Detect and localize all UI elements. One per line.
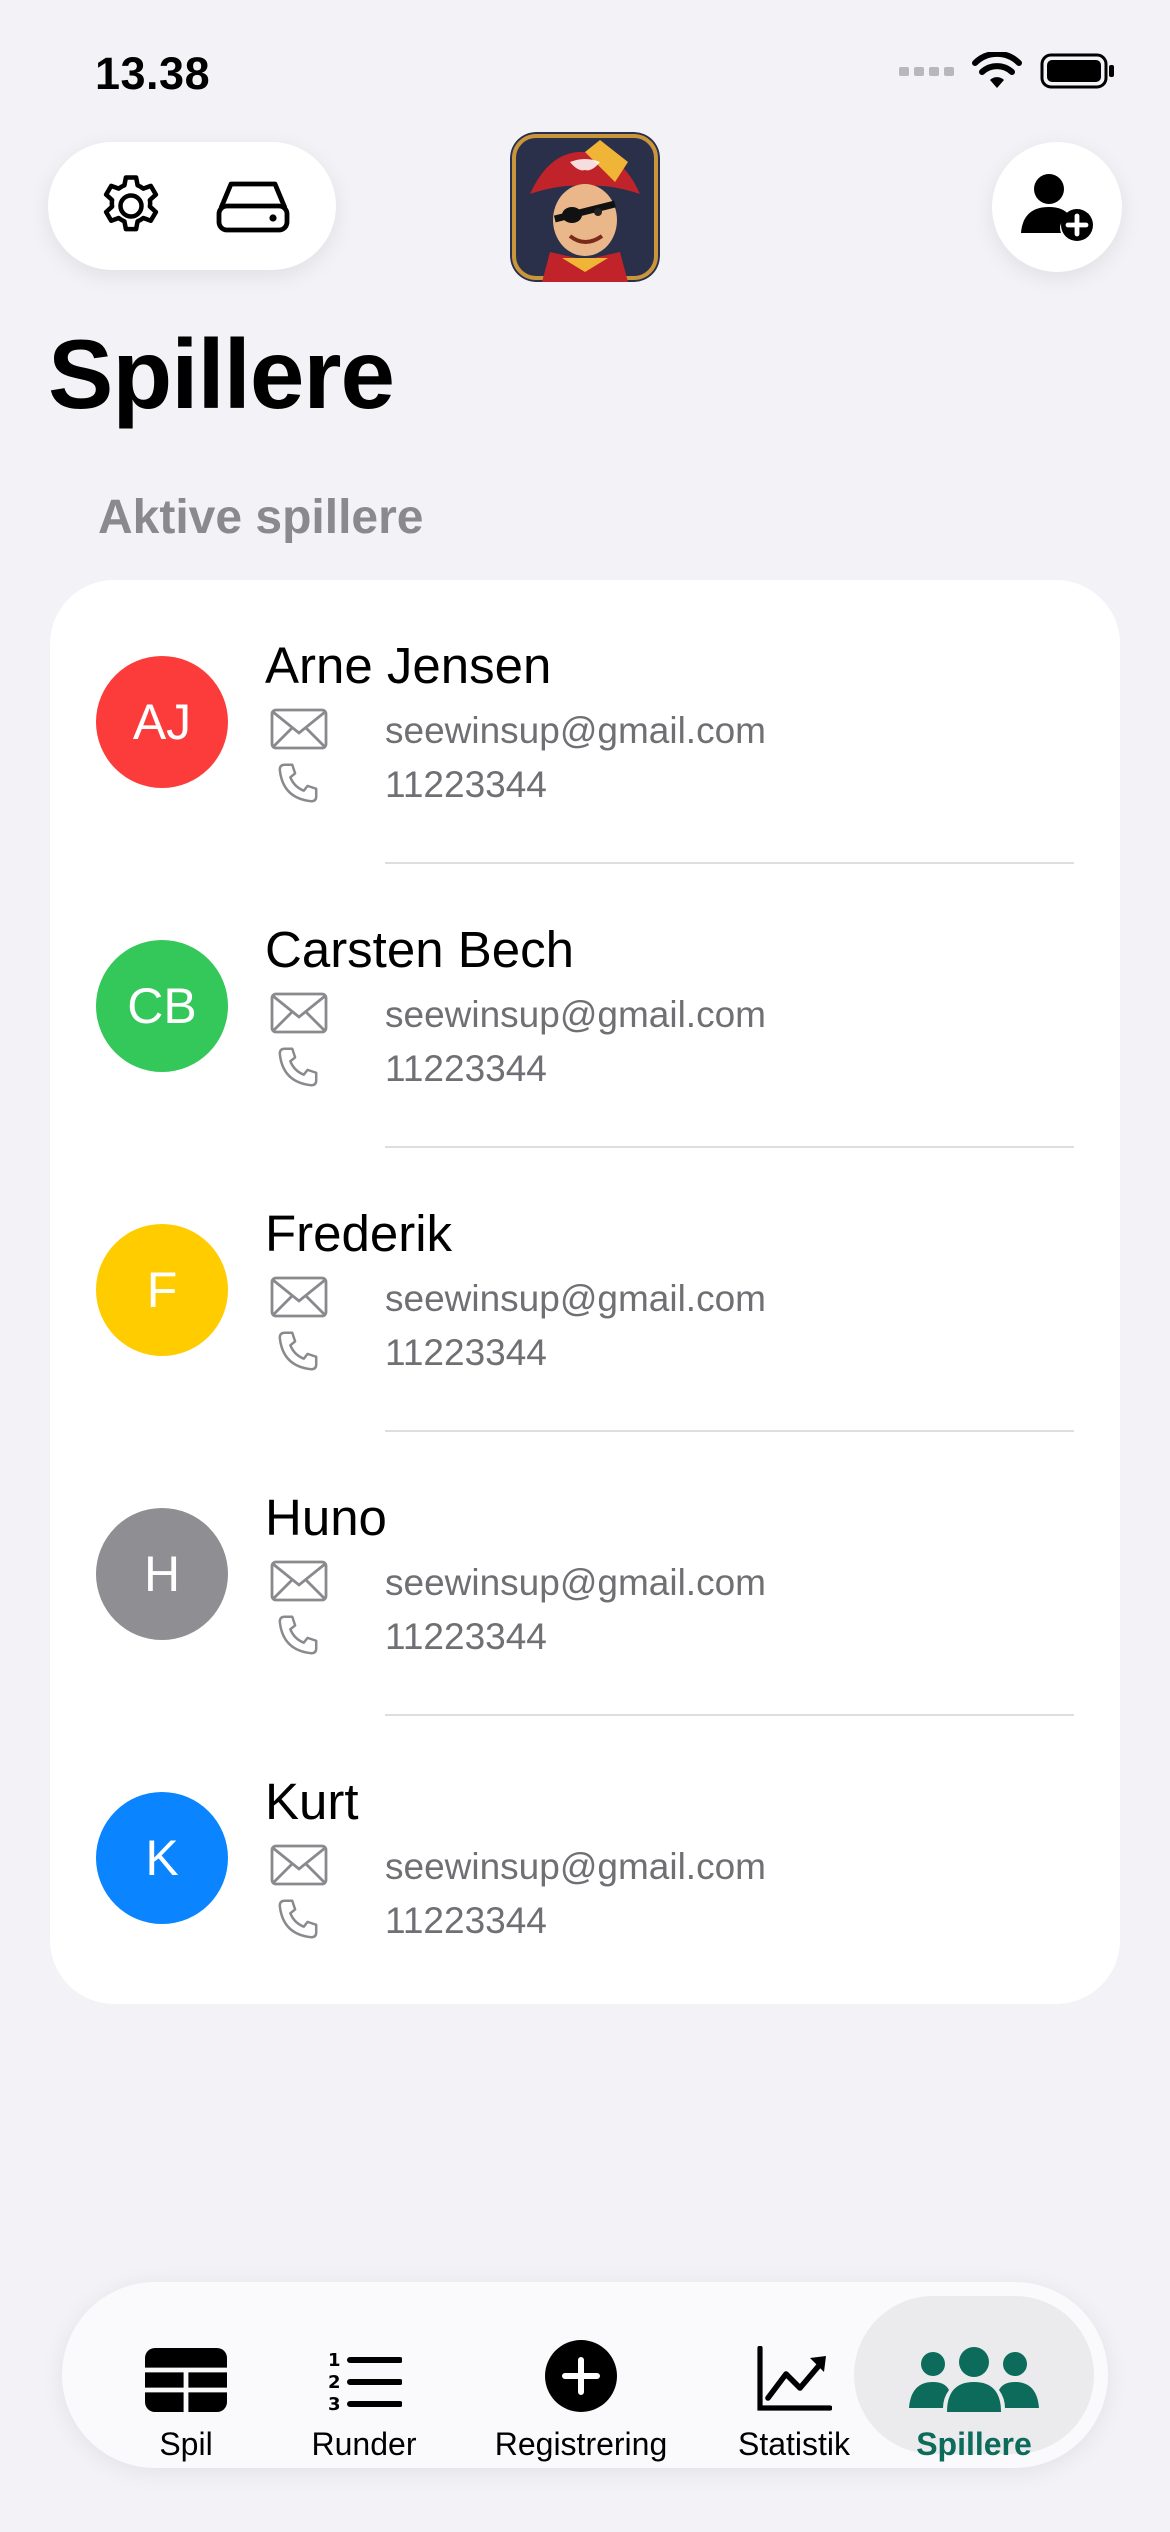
svg-text:3: 3 bbox=[328, 2394, 341, 2412]
envelope-icon bbox=[270, 992, 328, 1034]
status-time: 13.38 bbox=[95, 48, 211, 99]
tab-statistik[interactable]: Statistik bbox=[714, 2282, 874, 2468]
envelope-icon bbox=[270, 1844, 328, 1886]
hard-drive-icon bbox=[216, 181, 290, 233]
tab-spil[interactable]: Spil bbox=[106, 2282, 266, 2468]
player-phone: 11223344 bbox=[385, 1332, 547, 1373]
battery-icon bbox=[1040, 53, 1114, 89]
envelope-icon bbox=[270, 1560, 328, 1602]
section-header-active-players: Aktive spillere bbox=[98, 491, 424, 544]
phone-icon bbox=[278, 763, 318, 803]
avatar: CB bbox=[96, 940, 228, 1072]
players-screen: 13.38 Spillere Aktive spillere AJ Arne J… bbox=[0, 0, 1170, 2532]
page-title: Spillere bbox=[48, 319, 395, 429]
player-row[interactable]: H Huno seewinsup@gmail.com 11223344 bbox=[50, 1432, 1120, 1716]
plus-circle-icon bbox=[545, 2340, 617, 2412]
player-phone: 11223344 bbox=[385, 764, 547, 805]
avatar: K bbox=[96, 1792, 228, 1924]
envelope-icon bbox=[270, 1276, 328, 1318]
tab-label: Spil bbox=[159, 2426, 213, 2462]
player-email: seewinsup@gmail.com bbox=[385, 1562, 766, 1603]
player-name: Carsten Bech bbox=[265, 921, 574, 978]
player-name: Huno bbox=[265, 1489, 387, 1546]
player-row[interactable]: AJ Arne Jensen seewinsup@gmail.com 11223… bbox=[50, 580, 1120, 864]
svg-text:1: 1 bbox=[328, 2350, 341, 2371]
person-add-icon bbox=[1021, 174, 1093, 241]
player-name: Frederik bbox=[265, 1205, 453, 1262]
player-name: Arne Jensen bbox=[265, 637, 552, 694]
player-row[interactable]: F Frederik seewinsup@gmail.com 11223344 bbox=[50, 1148, 1120, 1432]
add-player-button[interactable] bbox=[992, 142, 1122, 272]
player-email: seewinsup@gmail.com bbox=[385, 1278, 766, 1319]
tab-label: Statistik bbox=[737, 2426, 851, 2462]
cellular-signal-icon bbox=[899, 66, 954, 76]
toolbar-pill bbox=[48, 142, 336, 270]
wifi-icon bbox=[972, 52, 1022, 88]
people-icon bbox=[909, 2347, 1039, 2412]
settings-button[interactable] bbox=[86, 161, 176, 251]
phone-icon bbox=[278, 1899, 318, 1939]
jester-logo-icon bbox=[510, 132, 660, 282]
gear-icon bbox=[103, 175, 159, 232]
player-phone: 11223344 bbox=[385, 1048, 547, 1089]
tab-registrering[interactable]: Registrering bbox=[476, 2282, 686, 2468]
tab-label: Registrering bbox=[494, 2426, 668, 2462]
player-phone: 11223344 bbox=[385, 1616, 547, 1657]
tab-bar: Spil 1 2 3 Runder Registrering Statistik… bbox=[62, 2282, 1108, 2468]
app-logo bbox=[510, 132, 660, 282]
svg-text:2: 2 bbox=[328, 2372, 341, 2393]
player-name: Kurt bbox=[265, 1773, 359, 1830]
envelope-icon bbox=[270, 708, 328, 750]
avatar: AJ bbox=[96, 656, 228, 788]
phone-icon bbox=[278, 1615, 318, 1655]
tab-spillere[interactable]: Spillere bbox=[854, 2282, 1094, 2468]
player-phone: 11223344 bbox=[385, 1900, 547, 1941]
storage-button[interactable] bbox=[208, 161, 298, 251]
avatar: F bbox=[96, 1224, 228, 1356]
status-icons bbox=[899, 52, 1116, 90]
table-grid-icon bbox=[145, 2348, 227, 2412]
phone-icon bbox=[278, 1047, 318, 1087]
player-email: seewinsup@gmail.com bbox=[385, 710, 766, 751]
player-email: seewinsup@gmail.com bbox=[385, 994, 766, 1035]
player-row[interactable]: CB Carsten Bech seewinsup@gmail.com 1122… bbox=[50, 864, 1120, 1148]
players-list: AJ Arne Jensen seewinsup@gmail.com 11223… bbox=[50, 580, 1120, 2004]
player-row[interactable]: K Kurt seewinsup@gmail.com 11223344 bbox=[50, 1716, 1120, 2000]
avatar: H bbox=[96, 1508, 228, 1640]
tab-label: Runder bbox=[311, 2426, 417, 2462]
phone-icon bbox=[278, 1331, 318, 1371]
numbered-list-icon: 1 2 3 bbox=[328, 2350, 402, 2412]
tab-label: Spillere bbox=[916, 2426, 1032, 2462]
chart-line-icon bbox=[757, 2346, 832, 2411]
player-email: seewinsup@gmail.com bbox=[385, 1846, 766, 1887]
tab-runder[interactable]: 1 2 3 Runder bbox=[284, 2282, 444, 2468]
